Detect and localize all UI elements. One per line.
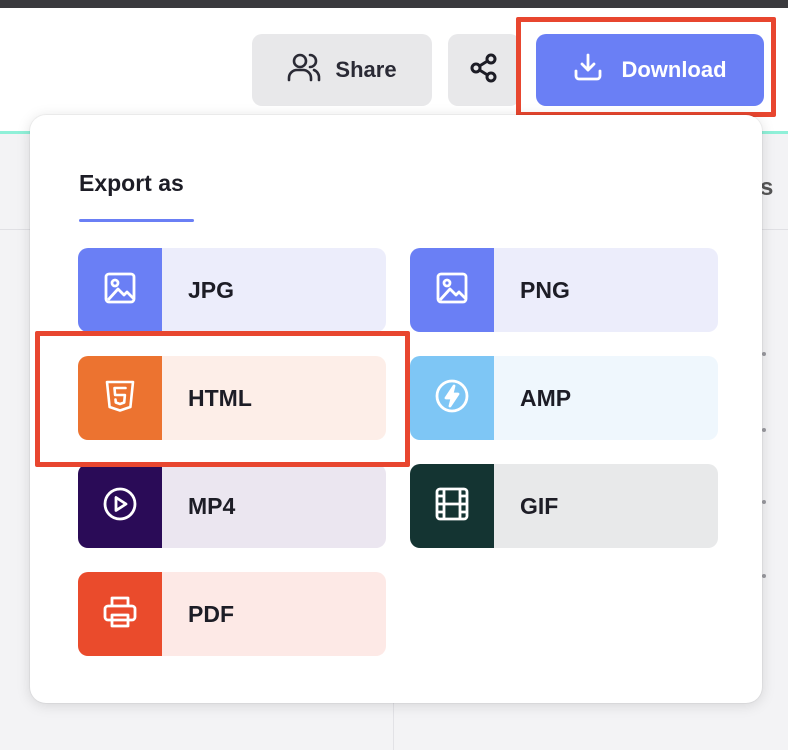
share-nodes-icon	[469, 53, 499, 88]
share-button[interactable]: Share	[252, 34, 432, 106]
export-option-label: GIF	[494, 464, 718, 548]
export-option-mp4[interactable]: MP4	[78, 464, 386, 548]
download-button[interactable]: Download	[536, 34, 764, 106]
amp-bolt-icon	[434, 378, 470, 419]
export-option-gif[interactable]: GIF	[410, 464, 718, 548]
background-divider	[393, 700, 394, 750]
export-option-label: AMP	[494, 356, 718, 440]
export-option-label: MP4	[162, 464, 386, 548]
export-option-icon-box	[410, 464, 494, 548]
download-icon	[573, 52, 603, 88]
window-top-bar	[0, 0, 788, 8]
export-option-label: JPG	[162, 248, 386, 332]
image-icon	[435, 271, 469, 310]
export-option-icon-box	[78, 572, 162, 656]
export-menu-title: Export as	[79, 170, 184, 196]
play-circle-icon	[102, 486, 138, 527]
share-button-label: Share	[335, 57, 397, 82]
export-option-icon-box	[410, 248, 494, 332]
export-option-png[interactable]: PNG	[410, 248, 718, 332]
background-partial-glyph: s	[760, 174, 774, 201]
export-option-icon-box	[78, 248, 162, 332]
export-option-icon-box	[410, 356, 494, 440]
export-option-jpg[interactable]: JPG	[78, 248, 386, 332]
background-dot	[762, 428, 766, 432]
export-option-label: PDF	[162, 572, 386, 656]
download-button-label: Download	[621, 57, 727, 82]
image-icon	[103, 271, 137, 310]
html-highlight-box	[35, 331, 410, 467]
export-option-label: PNG	[494, 248, 718, 332]
users-icon	[287, 52, 321, 88]
export-option-icon-box	[78, 464, 162, 548]
share-link-button[interactable]	[448, 34, 520, 106]
export-option-pdf[interactable]: PDF	[78, 572, 386, 656]
background-dot	[762, 574, 766, 578]
export-tab-underline	[79, 219, 194, 222]
background-dot	[762, 352, 766, 356]
film-icon	[434, 486, 470, 527]
export-option-amp[interactable]: AMP	[410, 356, 718, 440]
printer-icon	[102, 594, 138, 635]
background-dot	[762, 500, 766, 504]
